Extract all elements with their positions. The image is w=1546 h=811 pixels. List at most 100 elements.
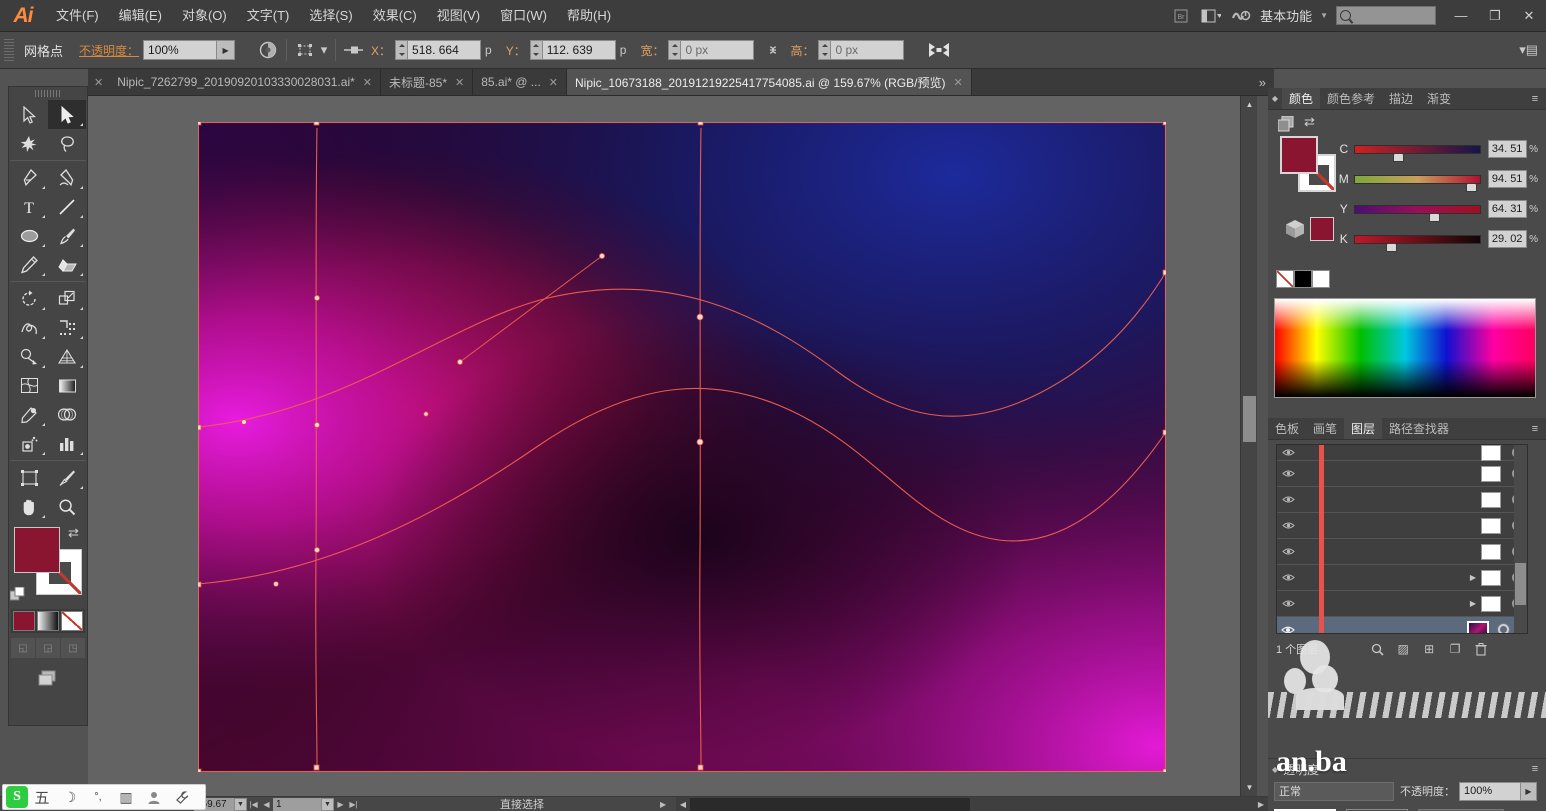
ime-moon-icon[interactable]: ☽ xyxy=(56,785,84,809)
create-new-layer-icon[interactable]: ❐ xyxy=(1442,638,1468,660)
slider-track-y[interactable] xyxy=(1353,204,1481,222)
fill-stroke-indicator-icon[interactable] xyxy=(1277,115,1296,132)
layer-visibility-icon[interactable] xyxy=(1277,521,1299,530)
toolbar-grip[interactable] xyxy=(35,90,61,97)
arrange-documents-icon[interactable] xyxy=(1196,0,1226,32)
symbol-sprayer-tool[interactable] xyxy=(10,429,48,458)
canvas-area[interactable] xyxy=(88,96,1240,796)
height-input[interactable]: 0 px xyxy=(830,40,905,60)
adobe-stock-icon[interactable] xyxy=(1226,0,1256,32)
document-tab-1[interactable]: Nipic_7262799_20190920103330028031.ai* ✕ xyxy=(109,69,381,95)
slider-value-c[interactable]: 34. 51 xyxy=(1487,140,1528,158)
tab-layers[interactable]: 图层 xyxy=(1344,418,1383,439)
table-row[interactable] xyxy=(1277,460,1527,487)
y-stepper[interactable] xyxy=(529,40,542,60)
restore-button[interactable]: ❐ xyxy=(1478,0,1512,32)
blend-mode-select[interactable]: 正常 xyxy=(1274,781,1394,801)
pen-tool[interactable] xyxy=(10,163,48,192)
color-spectrum-ramp[interactable] xyxy=(1274,298,1536,398)
control-bar-overflow[interactable]: ▾▤ xyxy=(1519,42,1546,58)
table-row[interactable] xyxy=(1277,486,1527,513)
ellipse-tool[interactable] xyxy=(10,221,48,250)
table-row[interactable]: ▶ xyxy=(1277,564,1527,591)
artboard-number-input[interactable]: 1 xyxy=(273,797,321,811)
tab-close-icon[interactable]: ✕ xyxy=(953,76,962,89)
scroll-right-icon[interactable]: ▶ xyxy=(1254,797,1268,811)
horizontal-scroll-thumb[interactable] xyxy=(690,798,970,811)
link-dimensions-icon[interactable] xyxy=(760,38,786,62)
color-panel-menu-icon[interactable]: ≡ xyxy=(1524,88,1546,109)
artboard-prev-icon[interactable]: ◀ xyxy=(260,800,273,809)
opacity-label[interactable]: 不透明度： xyxy=(75,42,143,59)
line-segment-tool[interactable] xyxy=(48,192,86,221)
hand-tool[interactable] xyxy=(10,492,48,521)
zoom-chevron-down-icon[interactable]: ▼ xyxy=(234,797,247,811)
swatch-white[interactable] xyxy=(1312,270,1330,288)
swatch-black[interactable] xyxy=(1294,270,1312,288)
menu-file[interactable]: 文件(F) xyxy=(46,0,109,32)
paintbrush-tool[interactable] xyxy=(48,221,86,250)
magic-wand-tool[interactable] xyxy=(10,129,48,158)
align-to-icon[interactable] xyxy=(292,38,318,62)
transform-anchor-icon[interactable] xyxy=(341,38,367,62)
draw-normal-icon[interactable]: ◱ xyxy=(11,638,35,658)
artboard-chevron-down-icon[interactable]: ▼ xyxy=(321,797,334,811)
vertical-scroll-thumb[interactable] xyxy=(1243,396,1256,442)
x-stepper[interactable] xyxy=(395,40,408,60)
perspective-grid-tool[interactable] xyxy=(48,342,86,371)
document-tab-4-active[interactable]: Nipic_10673188_20191219225417754085.ai @… xyxy=(567,69,972,95)
curvature-tool[interactable] xyxy=(48,163,86,192)
ime-toolbar[interactable]: S 五 ☽ °, ▥ xyxy=(2,784,206,810)
table-row[interactable] xyxy=(1277,538,1527,565)
opacity-dropdown-icon[interactable]: ▶ xyxy=(217,40,236,60)
transparency-opacity-dropdown-icon[interactable]: ▶ xyxy=(1521,781,1537,801)
ime-keyboard-icon[interactable]: ▥ xyxy=(112,785,140,809)
layers-panel-menu-icon[interactable]: ≡ xyxy=(1524,418,1546,439)
envelope-distort-icon[interactable] xyxy=(926,38,952,62)
scroll-down-icon[interactable]: ▼ xyxy=(1243,781,1256,794)
type-tool[interactable]: T xyxy=(10,192,48,221)
width-stepper[interactable] xyxy=(668,40,681,60)
transparency-collapse-icon[interactable]: ◆ xyxy=(1272,765,1278,774)
delete-selection-icon[interactable] xyxy=(1468,638,1494,660)
scroll-left-icon[interactable]: ◀ xyxy=(676,797,690,811)
rotate-tool[interactable] xyxy=(10,284,48,313)
ime-punctuation-icon[interactable]: °, xyxy=(84,785,112,809)
layers-scrollbar[interactable] xyxy=(1514,445,1527,633)
slider-value-k[interactable]: 29. 02 xyxy=(1487,230,1528,248)
tab-close-icon[interactable]: ✕ xyxy=(363,76,372,89)
bridge-icon[interactable]: Br xyxy=(1166,0,1196,32)
swatch-none-icon[interactable] xyxy=(1276,270,1294,288)
artboard-tool[interactable] xyxy=(10,463,48,492)
width-input[interactable]: 0 px xyxy=(680,40,755,60)
y-input[interactable]: 112. 639 xyxy=(541,40,616,60)
swap-fill-stroke-icon[interactable]: ⇄ xyxy=(68,525,84,541)
free-transform-tool[interactable] xyxy=(48,313,86,342)
control-bar-grip[interactable] xyxy=(4,39,14,61)
table-row[interactable]: ▶ xyxy=(1277,590,1527,617)
recolor-artwork-icon[interactable] xyxy=(255,38,281,62)
artboard-last-icon[interactable]: ▶| xyxy=(347,800,360,809)
slider-track-c[interactable] xyxy=(1353,144,1481,162)
layer-visibility-icon[interactable] xyxy=(1277,573,1299,582)
canvas-vertical-scrollbar[interactable]: ▲ ▼ xyxy=(1240,96,1257,796)
menu-edit[interactable]: 编辑(E) xyxy=(109,0,172,32)
slice-tool[interactable] xyxy=(48,463,86,492)
mesh-tool[interactable] xyxy=(10,371,48,400)
layer-visibility-icon[interactable] xyxy=(1277,625,1299,634)
layer-visibility-icon[interactable] xyxy=(1277,599,1299,608)
selection-tool[interactable] xyxy=(10,100,48,129)
status-tool-chevron-icon[interactable]: ▶ xyxy=(660,800,666,809)
table-row[interactable] xyxy=(1277,445,1527,466)
menu-select[interactable]: 选择(S) xyxy=(299,0,362,32)
table-row[interactable] xyxy=(1277,512,1527,539)
color-panel-collapse-icon[interactable]: ◆ xyxy=(1268,88,1282,109)
minimize-button[interactable]: — xyxy=(1444,0,1478,32)
eraser-tool[interactable] xyxy=(48,250,86,279)
tab-stroke[interactable]: 描边 xyxy=(1382,88,1421,109)
transparency-opacity-input[interactable]: 100% xyxy=(1459,781,1521,801)
tab-pathfinder[interactable]: 路径查找器 xyxy=(1382,418,1457,439)
tab-gradient[interactable]: 渐变 xyxy=(1420,88,1459,109)
menu-type[interactable]: 文字(T) xyxy=(237,0,300,32)
tab-scroll-left-icon[interactable]: ✕ xyxy=(88,69,109,95)
